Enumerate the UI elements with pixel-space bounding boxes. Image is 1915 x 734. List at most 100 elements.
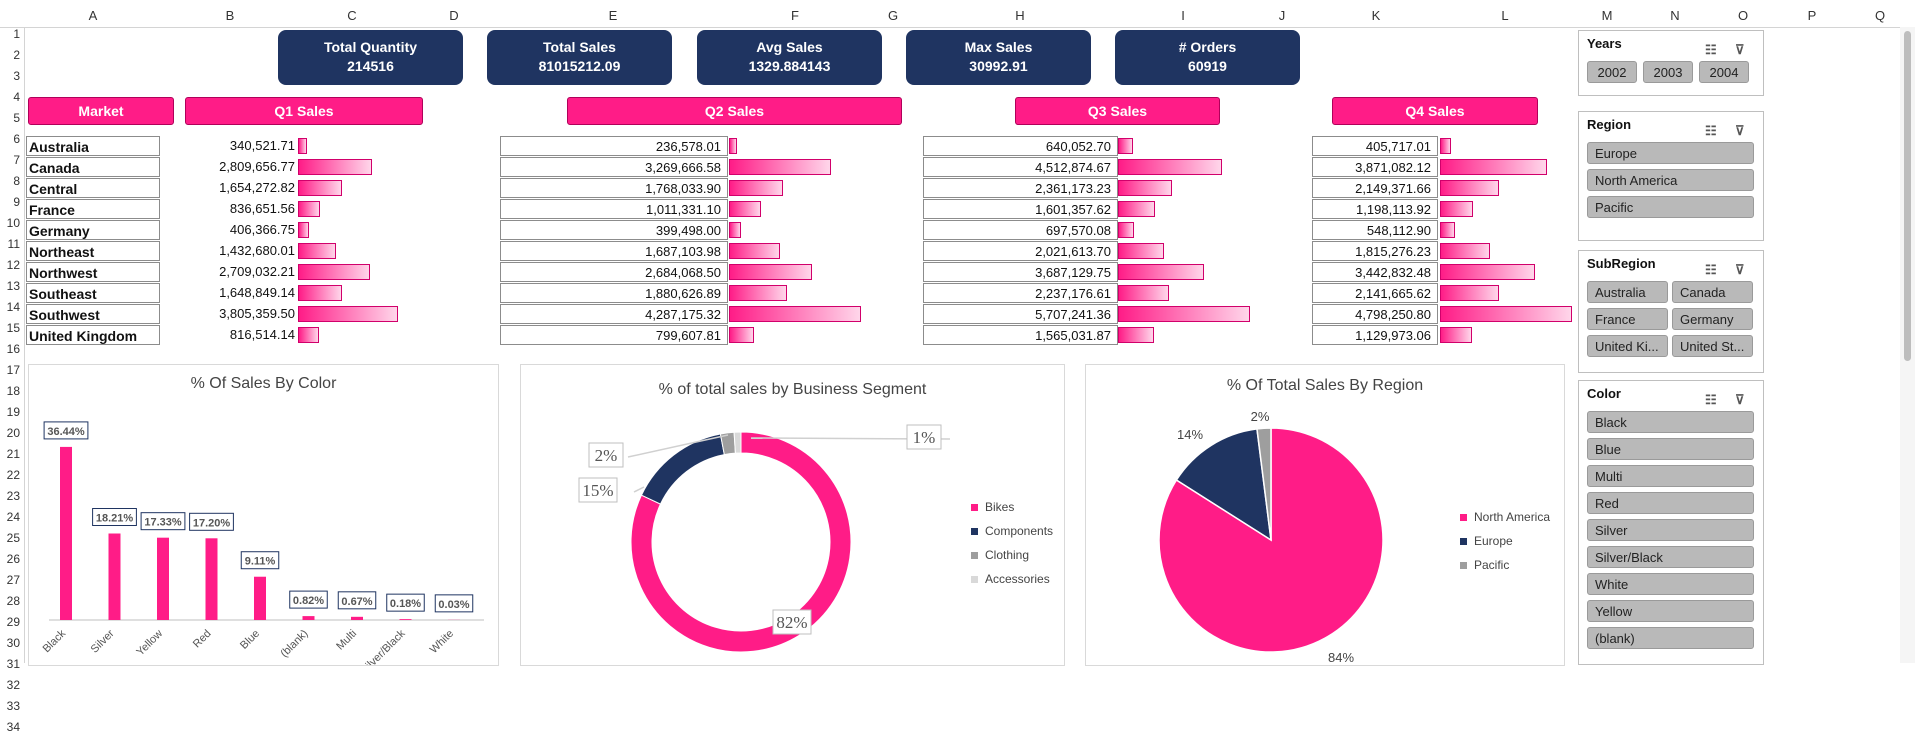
row-number[interactable]: 31 (0, 657, 20, 671)
column-letter[interactable]: K (1361, 8, 1391, 23)
sales-value-cell[interactable]: 816,514.14 (160, 325, 295, 345)
row-number[interactable]: 23 (0, 489, 20, 503)
row-number[interactable]: 30 (0, 636, 20, 650)
row-number[interactable]: 13 (0, 279, 20, 293)
slicer-years[interactable]: Years☷⊽200220032004 (1578, 30, 1764, 96)
slicer-item[interactable]: France (1587, 308, 1668, 330)
sales-value-cell[interactable]: 2,021,613.70 (923, 241, 1118, 261)
column-letter[interactable]: N (1660, 8, 1690, 23)
slicer-item[interactable]: United Ki... (1587, 335, 1668, 357)
slicer-item[interactable]: 2002 (1587, 61, 1637, 83)
row-number[interactable]: 20 (0, 426, 20, 440)
multi-select-icon[interactable]: ☷ (1705, 37, 1717, 63)
segment-chart-panel[interactable]: % of total sales by Business Segment 82%… (520, 364, 1065, 666)
row-number[interactable]: 1 (0, 27, 20, 41)
row-number[interactable]: 16 (0, 342, 20, 356)
slicer-item[interactable]: Yellow (1587, 600, 1754, 622)
clear-filter-icon[interactable]: ⊽ (1735, 257, 1745, 283)
sales-value-cell[interactable]: 236,578.01 (500, 136, 728, 156)
market-cell[interactable]: Australia (26, 136, 160, 156)
market-header[interactable]: Market (28, 97, 174, 125)
row-number[interactable]: 27 (0, 573, 20, 587)
sales-value-cell[interactable]: 399,498.00 (500, 220, 728, 240)
row-number[interactable]: 2 (0, 48, 20, 62)
slicer-item[interactable]: (blank) (1587, 627, 1754, 649)
row-number[interactable]: 29 (0, 615, 20, 629)
vertical-scrollbar[interactable] (1900, 27, 1915, 663)
sales-value-cell[interactable]: 640,052.70 (923, 136, 1118, 156)
row-number[interactable]: 15 (0, 321, 20, 335)
sales-value-cell[interactable]: 340,521.71 (160, 136, 295, 156)
sales-value-cell[interactable]: 1,565,031.87 (923, 325, 1118, 345)
row-number[interactable]: 9 (0, 195, 20, 209)
quarter-header[interactable]: Q1 Sales (185, 97, 423, 125)
sales-value-cell[interactable]: 1,654,272.82 (160, 178, 295, 198)
sales-value-cell[interactable]: 1,815,276.23 (1312, 241, 1438, 261)
row-number[interactable]: 7 (0, 153, 20, 167)
slicer-item[interactable]: Australia (1587, 281, 1668, 303)
slicer-item[interactable]: 2003 (1643, 61, 1693, 83)
row-number[interactable]: 10 (0, 216, 20, 230)
slicer-color[interactable]: Color☷⊽BlackBlueMultiRedSilverSilver/Bla… (1578, 380, 1764, 665)
sales-value-cell[interactable]: 1,129,973.06 (1312, 325, 1438, 345)
sales-value-cell[interactable]: 1,601,357.62 (923, 199, 1118, 219)
sales-value-cell[interactable]: 1,432,680.01 (160, 241, 295, 261)
row-number[interactable]: 6 (0, 132, 20, 146)
sales-value-cell[interactable]: 2,709,032.21 (160, 262, 295, 282)
sales-value-cell[interactable]: 1,880,626.89 (500, 283, 728, 303)
slicer-item[interactable]: Canada (1672, 281, 1753, 303)
column-letter[interactable]: J (1267, 8, 1297, 23)
column-letter[interactable]: F (780, 8, 810, 23)
column-letter[interactable]: Q (1865, 8, 1895, 23)
market-cell[interactable]: Southeast (26, 283, 160, 303)
sales-value-cell[interactable]: 4,287,175.32 (500, 304, 728, 324)
multi-select-icon[interactable]: ☷ (1705, 387, 1717, 413)
sales-value-cell[interactable]: 2,149,371.66 (1312, 178, 1438, 198)
row-number[interactable]: 4 (0, 90, 20, 104)
market-cell[interactable]: Central (26, 178, 160, 198)
column-letter[interactable]: B (215, 8, 245, 23)
sales-value-cell[interactable]: 548,112.90 (1312, 220, 1438, 240)
sales-value-cell[interactable]: 799,607.81 (500, 325, 728, 345)
sales-value-cell[interactable]: 3,269,666.58 (500, 157, 728, 177)
row-number[interactable]: 3 (0, 69, 20, 83)
slicer-item[interactable]: Europe (1587, 142, 1754, 164)
slicer-item[interactable]: 2004 (1699, 61, 1749, 83)
row-number[interactable]: 18 (0, 384, 20, 398)
slicer-region[interactable]: Region☷⊽EuropeNorth AmericaPacific (1578, 111, 1764, 241)
column-letter[interactable]: M (1592, 8, 1622, 23)
quarter-header[interactable]: Q3 Sales (1015, 97, 1220, 125)
sales-value-cell[interactable]: 2,237,176.61 (923, 283, 1118, 303)
row-number[interactable]: 8 (0, 174, 20, 188)
sales-value-cell[interactable]: 1,648,849.14 (160, 283, 295, 303)
column-letter[interactable]: C (337, 8, 367, 23)
market-cell[interactable]: Northwest (26, 262, 160, 282)
column-letter[interactable]: D (439, 8, 469, 23)
sales-value-cell[interactable]: 3,871,082.12 (1312, 157, 1438, 177)
column-letter[interactable]: L (1490, 8, 1520, 23)
sales-value-cell[interactable]: 405,717.01 (1312, 136, 1438, 156)
row-number[interactable]: 26 (0, 552, 20, 566)
row-number[interactable]: 11 (0, 237, 20, 251)
sales-value-cell[interactable]: 1,011,331.10 (500, 199, 728, 219)
row-number[interactable]: 34 (0, 720, 20, 734)
column-letter[interactable]: I (1168, 8, 1198, 23)
sales-value-cell[interactable]: 2,361,173.23 (923, 178, 1118, 198)
sales-value-cell[interactable]: 1,198,113.92 (1312, 199, 1438, 219)
quarter-header[interactable]: Q2 Sales (567, 97, 902, 125)
row-number[interactable]: 21 (0, 447, 20, 461)
market-cell[interactable]: France (26, 199, 160, 219)
sales-value-cell[interactable]: 406,366.75 (160, 220, 295, 240)
slicer-item[interactable]: Pacific (1587, 196, 1754, 218)
row-number[interactable]: 25 (0, 531, 20, 545)
row-number[interactable]: 17 (0, 363, 20, 377)
sales-value-cell[interactable]: 1,768,033.90 (500, 178, 728, 198)
sales-value-cell[interactable]: 3,805,359.50 (160, 304, 295, 324)
slicer-item[interactable]: Multi (1587, 465, 1754, 487)
market-cell[interactable]: Northeast (26, 241, 160, 261)
sales-value-cell[interactable]: 836,651.56 (160, 199, 295, 219)
row-number[interactable]: 22 (0, 468, 20, 482)
sales-value-cell[interactable]: 2,684,068.50 (500, 262, 728, 282)
sales-value-cell[interactable]: 2,141,665.62 (1312, 283, 1438, 303)
market-cell[interactable]: Southwest (26, 304, 160, 324)
